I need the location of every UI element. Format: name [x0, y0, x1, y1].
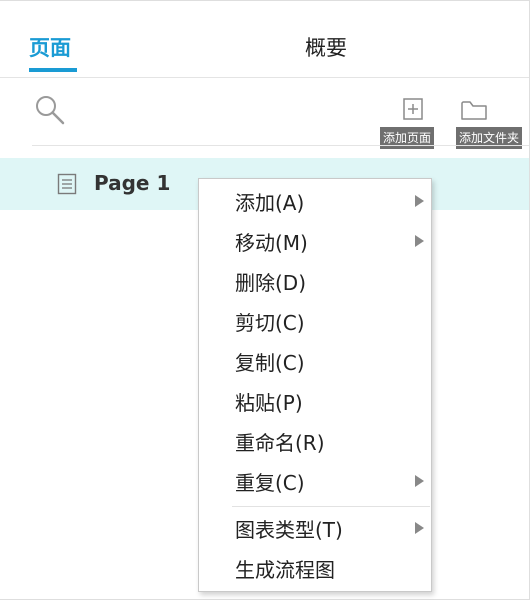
menu-item-generate-flowchart[interactable]: 生成流程图 [199, 548, 431, 588]
page-icon [57, 173, 77, 195]
submenu-arrow-icon [415, 522, 424, 534]
tab-pages[interactable]: 页面 [29, 32, 71, 62]
menu-item-label: 图表类型(T) [235, 518, 343, 542]
menu-item-label: 粘贴(P) [235, 391, 303, 415]
menu-item-label: 添加(A) [235, 191, 305, 215]
active-tab-indicator [29, 68, 77, 72]
menu-item-paste[interactable]: 粘贴(P) [199, 381, 431, 421]
menu-item-diagram-type[interactable]: 图表类型(T) [199, 508, 431, 548]
menu-item-label: 删除(D) [235, 271, 307, 295]
add-page-icon[interactable] [401, 97, 425, 121]
tab-outline[interactable]: 概要 [305, 32, 347, 62]
menu-item-label: 移动(M) [235, 231, 308, 255]
submenu-arrow-icon [415, 235, 424, 247]
search-divider [32, 145, 529, 146]
tabs-divider [0, 77, 529, 78]
search-icon[interactable] [34, 94, 68, 128]
menu-item-label: 重命名(R) [235, 431, 325, 455]
menu-item-rename[interactable]: 重命名(R) [199, 421, 431, 461]
submenu-arrow-icon [415, 475, 424, 487]
menu-item-label: 剪切(C) [235, 311, 305, 335]
menu-item-move[interactable]: 移动(M) [199, 221, 431, 261]
menu-item-label: 重复(C) [235, 471, 305, 495]
submenu-arrow-icon [415, 195, 424, 207]
context-menu: 添加(A) 移动(M) 删除(D) 剪切(C) 复制(C) 粘贴(P) 重命名(… [198, 178, 432, 592]
menu-item-delete[interactable]: 删除(D) [199, 261, 431, 301]
menu-item-label: 复制(C) [235, 351, 305, 375]
menu-item-duplicate[interactable]: 重复(C) [199, 461, 431, 501]
add-folder-icon[interactable] [460, 98, 488, 122]
menu-separator [232, 506, 430, 507]
menu-item-label: 生成流程图 [235, 558, 335, 582]
tree-item-label: Page 1 [94, 171, 171, 195]
panel-top-border [0, 0, 530, 1]
menu-item-add[interactable]: 添加(A) [199, 181, 431, 221]
menu-item-cut[interactable]: 剪切(C) [199, 301, 431, 341]
menu-item-copy[interactable]: 复制(C) [199, 341, 431, 381]
